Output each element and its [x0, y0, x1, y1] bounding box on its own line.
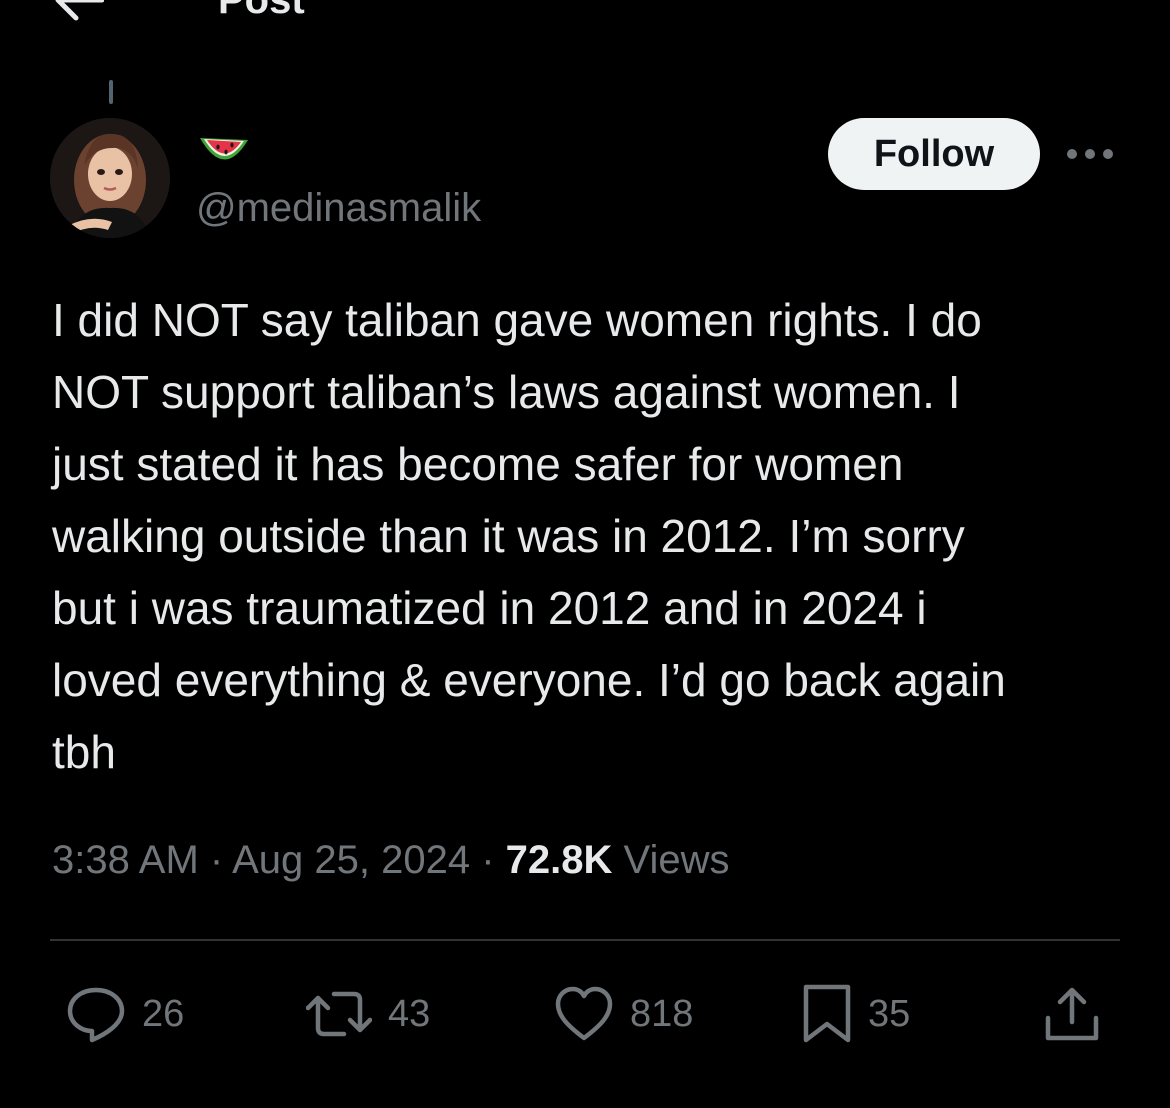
- watermelon-icon[interactable]: [196, 128, 252, 172]
- reply-icon: [67, 987, 125, 1043]
- follow-button[interactable]: Follow: [828, 118, 1040, 190]
- meta-separator: ·: [198, 838, 233, 882]
- heart-icon: [555, 986, 613, 1041]
- post-time[interactable]: 3:38 AM: [52, 838, 199, 882]
- share-button[interactable]: [1042, 984, 1102, 1044]
- thread-connector-line: [109, 80, 113, 104]
- avatar-image: [50, 118, 170, 238]
- post-date[interactable]: Aug 25, 2024: [232, 838, 470, 882]
- post-text: I did NOT say taliban gave women rights.…: [52, 294, 1006, 778]
- reply-button[interactable]: 26: [66, 984, 184, 1044]
- post-metadata: 3:38 AM · Aug 25, 2024 · 72.8K Views: [52, 834, 730, 886]
- arrow-left-icon[interactable]: [52, 0, 104, 22]
- top-bar: Post: [0, 0, 1170, 80]
- views-label: Views: [612, 838, 730, 882]
- like-count: 818: [630, 993, 694, 1035]
- reply-count: 26: [142, 993, 185, 1035]
- meta-separator: ·: [470, 838, 506, 882]
- author-handle[interactable]: @medinasmalik: [196, 184, 481, 232]
- share-icon: [1045, 987, 1099, 1041]
- views-count: 72.8K: [505, 838, 613, 882]
- divider: [50, 939, 1120, 941]
- bookmark-button[interactable]: 35: [802, 984, 910, 1044]
- repost-button[interactable]: 43: [306, 984, 430, 1044]
- bookmark-count: 35: [868, 993, 911, 1035]
- repost-count: 43: [388, 993, 431, 1035]
- more-horizontal-icon[interactable]: [1064, 140, 1116, 168]
- avatar[interactable]: [50, 118, 170, 238]
- repost-icon: [306, 991, 372, 1037]
- page-title: Post: [218, 0, 305, 22]
- like-button[interactable]: 818: [554, 984, 693, 1044]
- bookmark-icon: [803, 984, 851, 1043]
